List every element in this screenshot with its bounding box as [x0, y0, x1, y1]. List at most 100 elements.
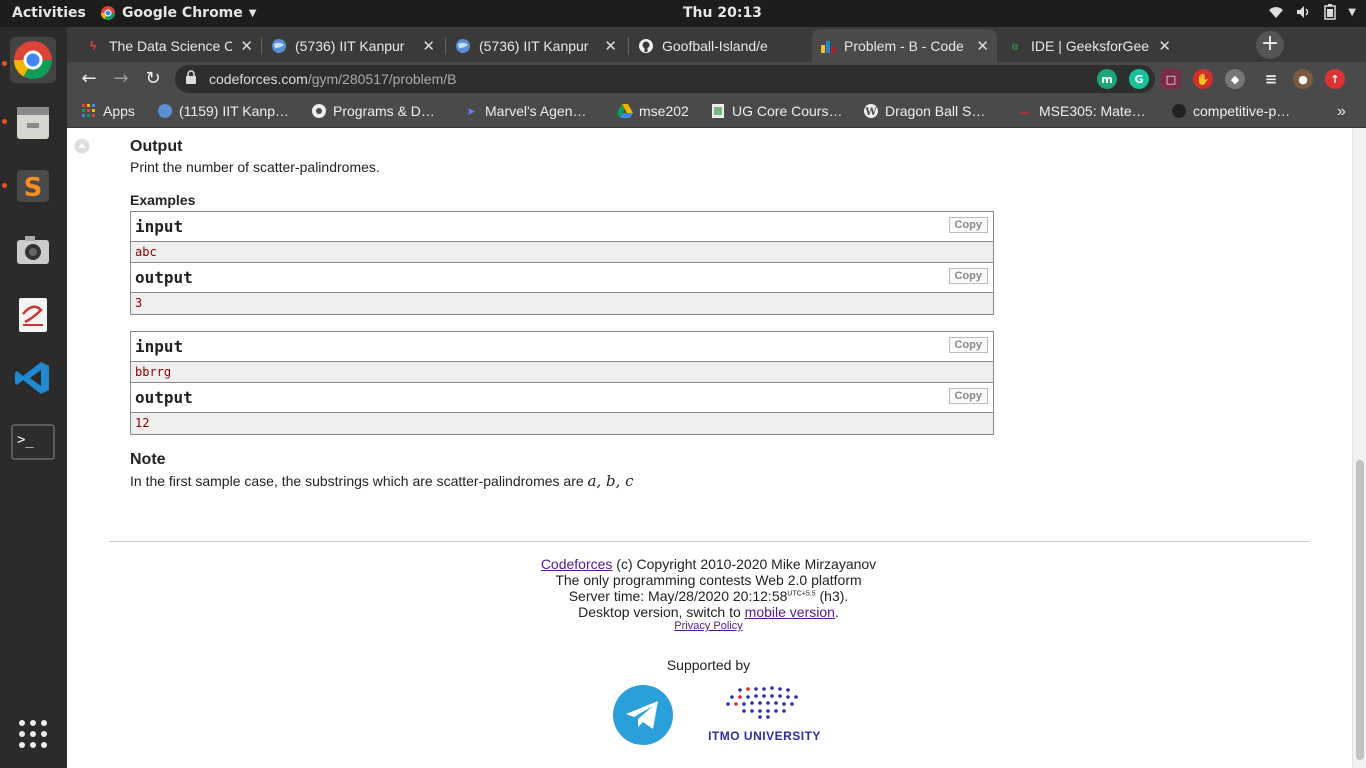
vscode-icon[interactable] — [10, 355, 56, 401]
bookmark-ug-core[interactable]: UG Core Cours… — [710, 103, 842, 119]
web-icon — [311, 103, 327, 119]
sample-input-value: abc — [131, 242, 993, 263]
footer-privacy: Privacy Policy — [67, 620, 1350, 632]
copy-button[interactable]: Copy — [948, 268, 988, 284]
output-section-title: Output — [130, 138, 183, 155]
dock: S >_ — [0, 27, 67, 768]
globe-icon — [157, 103, 173, 119]
svg-text:W: W — [864, 107, 877, 118]
app-menu[interactable]: Google Chrome ▼ — [100, 5, 256, 21]
sample-input-label: input — [135, 337, 184, 356]
tab-geeksforgeeks[interactable]: ɞ IDE | GeeksforGee ✕ — [999, 29, 1179, 62]
activities-button[interactable]: Activities — [12, 5, 86, 21]
extension-icon[interactable]: □ — [1161, 69, 1181, 89]
close-icon[interactable]: ✕ — [422, 37, 435, 55]
more-bookmarks-button[interactable]: » — [1337, 103, 1346, 121]
browser-toolbar: ← → ↻ codeforces.com/gym/280517/problem/… — [67, 62, 1366, 96]
copy-button[interactable]: Copy — [948, 217, 988, 233]
footer-divider — [109, 541, 1309, 542]
sample-test-2: input Copy bbrrg output Copy 12 — [130, 331, 994, 435]
system-menu-chevron-icon: ▼ — [1348, 6, 1356, 18]
system-tray[interactable]: ▼ — [1268, 4, 1356, 20]
wordpress-icon: W — [863, 103, 879, 119]
profile-avatar[interactable]: ● — [1293, 69, 1313, 89]
bookmark-mse305[interactable]: ▬ MSE305: Mate… — [1017, 103, 1146, 119]
examples-title: Examples — [130, 192, 196, 208]
bookmark-mse202[interactable]: mse202 — [617, 103, 689, 119]
forward-arrow-icon[interactable]: → — [109, 67, 133, 91]
terminal-icon[interactable]: >_ — [10, 419, 56, 465]
tab-data-science[interactable]: ϟ The Data Science C ✕ — [77, 29, 261, 62]
mendeley-extension-icon[interactable]: m — [1097, 69, 1117, 89]
scroll-up-icon[interactable] — [74, 138, 90, 159]
files-icon[interactable] — [10, 100, 56, 146]
telegram-logo-icon[interactable] — [612, 684, 674, 751]
github-icon — [1171, 103, 1187, 119]
volume-icon — [1297, 6, 1309, 18]
lock-icon — [185, 70, 197, 87]
copy-button[interactable]: Copy — [948, 388, 988, 404]
sample-output-value: 12 — [131, 413, 993, 434]
note-title: Note — [130, 451, 166, 468]
close-icon[interactable]: ✕ — [976, 37, 989, 55]
chrome-icon[interactable] — [10, 37, 56, 83]
codeforces-icon — [820, 38, 836, 54]
codeforces-link[interactable]: Codeforces — [541, 556, 613, 572]
new-tab-button[interactable]: + — [1256, 31, 1284, 59]
close-icon[interactable]: ✕ — [240, 37, 253, 55]
stop-extension-icon[interactable]: ✋ — [1193, 69, 1213, 89]
footer-server-time: Server time: May/28/2020 20:12:58UTC+5.5… — [568, 588, 849, 604]
tab-problem-b[interactable]: Problem - B - Code ✕ — [812, 29, 997, 62]
footer-copyright: Codeforces (c) Copyright 2010-2020 Mike … — [540, 556, 877, 572]
mobile-version-link[interactable]: mobile version — [745, 604, 835, 620]
sample-test-1: input Copy abc output Copy 3 — [130, 211, 994, 315]
copy-button[interactable]: Copy — [948, 337, 988, 353]
sample-output-label: output — [135, 268, 193, 287]
reload-icon[interactable]: ↻ — [141, 67, 165, 91]
back-arrow-icon[interactable]: ← — [77, 67, 101, 91]
camera-icon[interactable] — [10, 227, 56, 273]
tab-iit-kanpur-2[interactable]: (5736) IIT Kanpur ✕ — [447, 29, 625, 62]
footer-tagline: The only programming contests Web 2.0 pl… — [555, 572, 862, 588]
note-text: In the first sample case, the substrings… — [130, 472, 634, 490]
system-top-bar: Activities Google Chrome ▼ Thu 20:13 ▼ — [0, 0, 1366, 27]
scrollbar-thumb[interactable] — [1356, 460, 1364, 760]
sample-output-label: output — [135, 388, 193, 407]
bookmark-marvel[interactable]: ➤ Marvel's Agen… — [463, 103, 586, 119]
sample-input-label: input — [135, 217, 184, 236]
close-icon[interactable]: ✕ — [1158, 37, 1171, 55]
gfg-icon: ɞ — [1011, 38, 1019, 53]
close-icon[interactable]: ✕ — [604, 37, 617, 55]
grammarly-extension-icon[interactable]: G — [1129, 69, 1149, 89]
apps-grid-icon — [81, 103, 97, 119]
bookmark-dragon-ball[interactable]: W Dragon Ball S… — [863, 103, 985, 119]
sheet-icon — [710, 103, 726, 119]
url-text: codeforces.com/gym/280517/problem/B — [209, 71, 457, 87]
svg-text:S: S — [24, 173, 43, 203]
github-icon — [638, 38, 654, 54]
vertical-scrollbar[interactable] — [1352, 128, 1366, 768]
clock[interactable]: Thu 20:13 — [683, 5, 762, 21]
footer-desktop-version: Desktop version, switch to mobile versio… — [578, 604, 839, 620]
update-icon[interactable]: ↑ — [1325, 69, 1345, 89]
bookmark-iit-kanpur[interactable]: (1159) IIT Kanp… — [157, 103, 289, 119]
bookmark-apps[interactable]: Apps — [81, 103, 135, 119]
sample-input-value: bbrrg — [131, 362, 993, 383]
privacy-policy-link[interactable]: Privacy Policy — [674, 620, 742, 632]
media-queue-icon[interactable]: ≡ — [1261, 69, 1281, 89]
address-bar[interactable]: codeforces.com/gym/280517/problem/B ☆ — [175, 65, 1155, 93]
app-menu-label: Google Chrome — [122, 5, 243, 21]
tab-github[interactable]: Goofball-Island/e — [630, 29, 810, 62]
svg-text:>_: >_ — [17, 432, 34, 448]
bookmark-programs[interactable]: Programs & D… — [311, 103, 435, 119]
tab-iit-kanpur-1[interactable]: (5736) IIT Kanpur ✕ — [263, 29, 443, 62]
itmo-logo-icon[interactable] — [722, 684, 802, 725]
bookmarks-bar: Apps (1159) IIT Kanp… Programs & D… ➤ Mar… — [67, 96, 1366, 128]
supported-by-label: Supported by — [666, 657, 751, 673]
shield-extension-icon[interactable]: ◆ — [1225, 69, 1245, 89]
document-viewer-icon[interactable] — [10, 291, 56, 337]
bookmark-competitive[interactable]: competitive-p… — [1171, 103, 1290, 119]
sublime-text-icon[interactable]: S — [10, 163, 56, 209]
app-grid-icon[interactable] — [10, 711, 56, 757]
sample-output-value: 3 — [131, 293, 993, 314]
